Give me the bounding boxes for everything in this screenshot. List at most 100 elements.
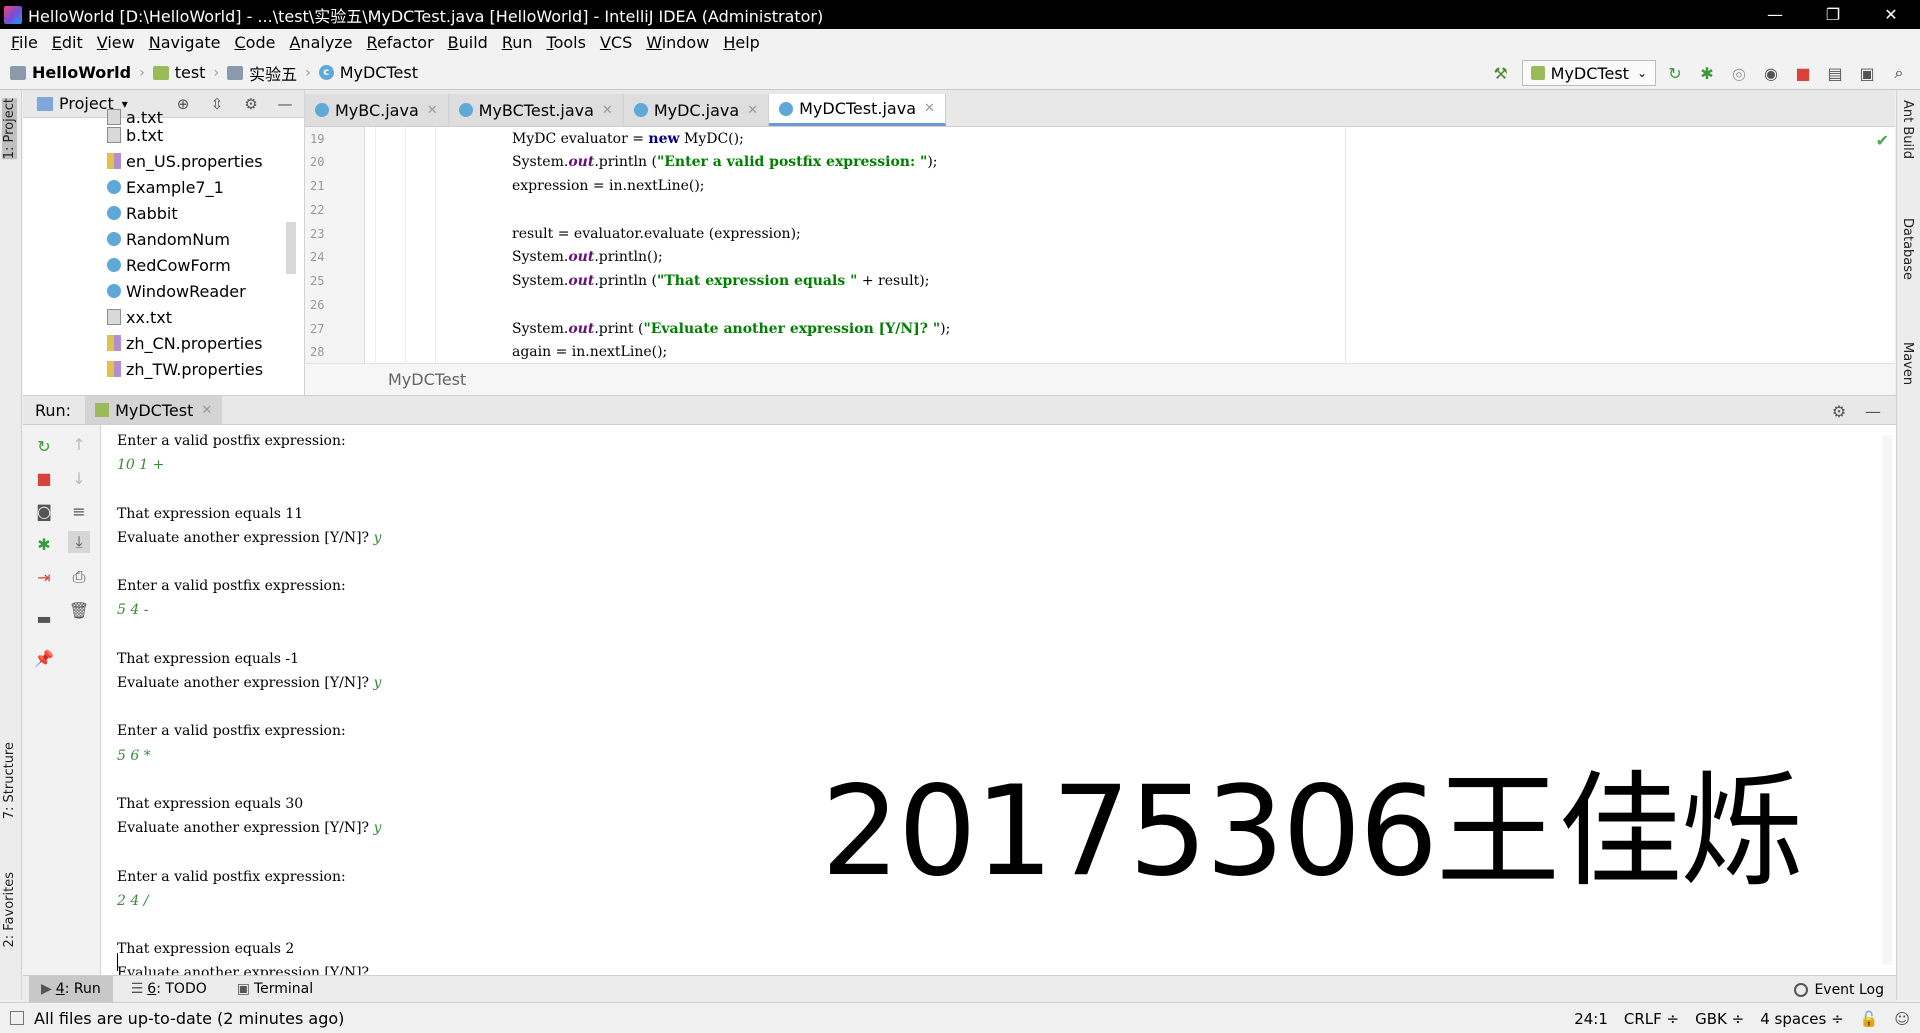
tool-tab-event-log[interactable]: Event Log	[1794, 976, 1884, 1003]
close-icon[interactable]: ✕	[427, 103, 438, 118]
login-icon[interactable]: ⇥	[33, 566, 55, 588]
console-line: Evaluate another expression [Y/N]?	[117, 965, 369, 975]
tool-tab-terminal[interactable]: ▣ Terminal	[225, 976, 325, 1003]
tab-mybctest[interactable]: MyBCTest.java ✕	[448, 94, 624, 126]
minimize-button[interactable]: —	[1746, 0, 1804, 29]
camera-icon[interactable]: ◙	[33, 500, 55, 522]
profile-icon[interactable]: ◉	[1758, 60, 1784, 86]
hide-panel-icon[interactable]: —	[274, 93, 296, 115]
trash-icon[interactable]: 🗑	[68, 599, 90, 621]
inspection-ok-check-icon[interactable]: ✔	[1876, 131, 1889, 150]
arrow-down-icon[interactable]: ↓	[68, 467, 90, 489]
project-panel-actions: ⊕ ⇳ ⚙ —	[160, 93, 296, 115]
tool-tab-run[interactable]: ▶ 4: Run	[29, 975, 113, 1003]
stop-icon[interactable]: ■	[33, 467, 55, 489]
breadcrumb-class[interactable]: MyDCTest	[388, 370, 466, 389]
menu-code[interactable]: Code	[228, 33, 283, 52]
crumb-test[interactable]: test	[152, 63, 205, 82]
tool-tab-todo[interactable]: ☰ 6: TODO	[119, 976, 219, 1003]
crumb-package[interactable]: 实验五	[227, 61, 297, 85]
debug-bug-icon[interactable]: ✱	[1694, 60, 1720, 86]
layout-icon[interactable]: ▣	[1854, 60, 1880, 86]
class-icon: c	[318, 65, 334, 80]
stop-icon[interactable]: ■	[1790, 60, 1816, 86]
crumb-project[interactable]: HelloWorld	[10, 63, 131, 82]
tool-tab-favorites[interactable]: 2: Favorites	[2, 872, 17, 948]
menu-edit[interactable]: Edit	[45, 33, 90, 52]
tree-item[interactable]: RedCowForm	[107, 252, 231, 278]
tree-item[interactable]: b.txt	[107, 122, 163, 148]
project-panel-title[interactable]: Project	[59, 94, 114, 113]
line-separator-select[interactable]: CRLF ÷	[1624, 1010, 1679, 1028]
author-watermark: 20175306王佳烁	[821, 760, 1804, 904]
menu-build[interactable]: Build	[441, 33, 495, 52]
tree-item[interactable]: xx.txt	[107, 304, 172, 330]
run-console[interactable]: Enter a valid postfix expression: 10 1 + T…	[101, 425, 1896, 975]
menu-vcs[interactable]: VCS	[593, 33, 639, 52]
tree-item[interactable]: RandomNum	[107, 226, 230, 252]
toggle-tool-windows-icon[interactable]	[10, 1011, 24, 1025]
menu-help[interactable]: Help	[716, 33, 766, 52]
soft-wrap-icon[interactable]: ≡	[68, 500, 90, 522]
run-configuration-select[interactable]: MyDCTest ⌄	[1521, 60, 1656, 86]
tree-item[interactable]: en_US.properties	[107, 148, 263, 174]
menu-navigate[interactable]: Navigate	[142, 33, 228, 52]
tool-tab-structure[interactable]: 7: Structure	[2, 742, 17, 819]
menu-window[interactable]: Window	[639, 33, 716, 52]
collapse-all-icon[interactable]: ⇳	[206, 93, 228, 115]
pin-icon[interactable]: 📌	[33, 647, 55, 669]
lock-icon[interactable]: 🔓	[1860, 1010, 1879, 1028]
rerun-icon[interactable]: ↻	[1662, 60, 1688, 86]
tree-item[interactable]: zh_CN.properties	[107, 330, 262, 356]
encoding-select[interactable]: GBK ÷	[1695, 1010, 1744, 1028]
menu-file[interactable]: File	[4, 33, 45, 52]
restore-button[interactable]: ❐	[1804, 0, 1862, 29]
menu-refactor[interactable]: Refactor	[360, 33, 441, 52]
printer-icon[interactable]: ⎙	[68, 566, 90, 588]
run-tab-mydctest[interactable]: MyDCTest ✕	[85, 396, 223, 424]
layout-icon[interactable]: ▬	[33, 607, 55, 629]
close-icon[interactable]: ✕	[924, 101, 935, 116]
locate-target-icon[interactable]: ⊕	[172, 93, 194, 115]
gear-icon[interactable]: ⚙	[240, 93, 262, 115]
tab-label: : Run	[64, 981, 101, 997]
menu-analyze[interactable]: Analyze	[282, 33, 359, 52]
hector-icon[interactable]: ☺	[1894, 1010, 1910, 1028]
tree-item[interactable]: Rabbit	[107, 200, 178, 226]
tab-mydctest[interactable]: MyDCTest.java ✕	[769, 94, 946, 126]
close-icon[interactable]: ✕	[747, 103, 758, 118]
hide-panel-icon[interactable]: —	[1862, 400, 1884, 422]
tree-item[interactable]: zh_TW.properties	[107, 356, 263, 382]
tree-item[interactable]: Example7_1	[107, 174, 224, 200]
scroll-to-end-icon[interactable]: ⤓	[68, 531, 90, 553]
tab-mydc[interactable]: MyDC.java ✕	[623, 94, 770, 126]
close-button[interactable]: ✕	[1862, 0, 1920, 29]
build-hammer-icon[interactable]: ⚒	[1488, 60, 1514, 86]
tree-item[interactable]: WindowReader	[107, 278, 246, 304]
console-scrollbar[interactable]	[1882, 435, 1892, 965]
code-area[interactable]: 19 20 21 22 23 24 25 26 27 28 MyDC evalu…	[305, 127, 1895, 363]
project-view-icon	[37, 96, 53, 111]
tool-tab-project[interactable]: 1: Project	[2, 98, 17, 160]
menu-tools[interactable]: Tools	[540, 33, 593, 52]
menu-run[interactable]: Run	[495, 33, 540, 52]
tool-tab-maven[interactable]: Maven	[1900, 342, 1915, 385]
project-tree-scrollbar[interactable]	[286, 222, 296, 274]
close-icon[interactable]: ✕	[201, 403, 212, 418]
search-icon[interactable]: ⌕	[1886, 60, 1912, 86]
console-user-input: y	[373, 820, 382, 837]
tab-mybc[interactable]: MyBC.java ✕	[305, 94, 449, 126]
tool-tab-ant-build[interactable]: Ant Build	[1900, 100, 1915, 159]
caret-position[interactable]: 24:1	[1574, 1010, 1608, 1028]
arrow-up-icon[interactable]: ↑	[68, 433, 90, 455]
gear-icon[interactable]: ⚙	[1828, 400, 1850, 422]
indent-select[interactable]: 4 spaces ÷	[1760, 1010, 1843, 1028]
rerun-icon[interactable]: ↻	[33, 435, 55, 457]
menu-view[interactable]: View	[90, 33, 142, 52]
tool-tab-database[interactable]: Database	[1900, 218, 1915, 280]
crumb-class[interactable]: c MyDCTest	[318, 63, 418, 82]
project-structure-icon[interactable]: ▤	[1822, 60, 1848, 86]
close-icon[interactable]: ✕	[602, 103, 613, 118]
debug-bug-icon[interactable]: ✱	[33, 533, 55, 555]
coverage-icon[interactable]: ◎	[1726, 60, 1752, 86]
